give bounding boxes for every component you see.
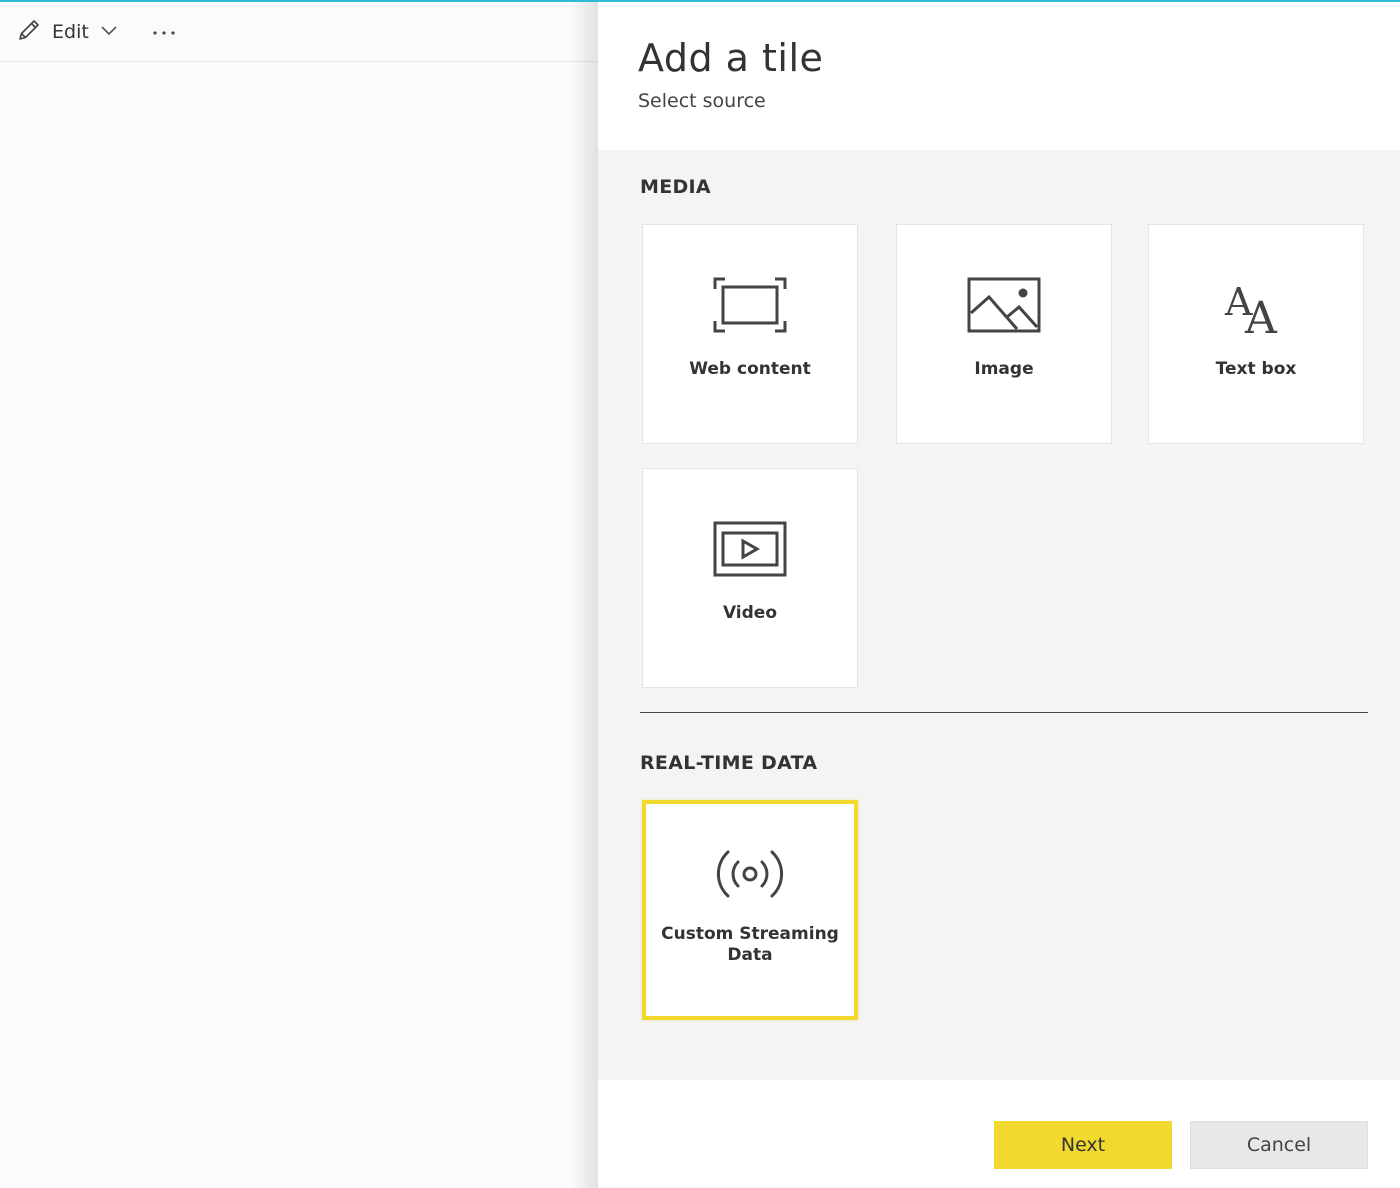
- more-icon: [151, 22, 177, 41]
- panel-footer: Next Cancel: [598, 1080, 1400, 1186]
- video-icon: [710, 519, 790, 579]
- edit-label: Edit: [52, 20, 89, 43]
- more-options-button[interactable]: [149, 12, 179, 52]
- panel-body: MEDIA Web content Image A A Text box Vid…: [598, 150, 1400, 1080]
- chevron-down-icon: [99, 20, 119, 44]
- tile-label: Web content: [689, 359, 811, 379]
- streaming-icon: [710, 844, 790, 904]
- tile-video[interactable]: Video: [642, 468, 858, 688]
- pane-shadow: [570, 2, 598, 1188]
- add-tile-panel: Add a tile Select source MEDIA Web conte…: [598, 2, 1400, 1186]
- panel-subtitle: Select source: [638, 90, 766, 112]
- section-title-realtime: REAL-TIME DATA: [640, 752, 818, 774]
- tile-label: Custom Streaming Data: [661, 924, 839, 965]
- edit-button[interactable]: Edit: [16, 12, 125, 52]
- text-box-icon: A A: [1216, 275, 1296, 335]
- tile-label: Image: [974, 359, 1034, 379]
- svg-text:A: A: [1244, 293, 1278, 335]
- web-content-icon: [710, 275, 790, 335]
- panel-title: Add a tile: [638, 36, 824, 80]
- pencil-icon: [16, 17, 42, 47]
- next-button[interactable]: Next: [994, 1121, 1172, 1169]
- image-icon: [964, 275, 1044, 335]
- tile-text-box[interactable]: A A Text box: [1148, 224, 1364, 444]
- section-title-media: MEDIA: [640, 176, 711, 198]
- tile-web-content[interactable]: Web content: [642, 224, 858, 444]
- tile-custom-streaming-data[interactable]: Custom Streaming Data: [642, 800, 858, 1020]
- cancel-button[interactable]: Cancel: [1190, 1121, 1368, 1169]
- panel-header: Add a tile Select source: [598, 2, 1400, 150]
- dashboard-toolbar: Edit: [0, 2, 598, 62]
- tile-label: Text box: [1215, 359, 1297, 379]
- section-divider: [640, 712, 1368, 713]
- tile-image[interactable]: Image: [896, 224, 1112, 444]
- dashboard-canvas: Edit: [0, 2, 598, 1188]
- tile-label: Video: [722, 603, 778, 623]
